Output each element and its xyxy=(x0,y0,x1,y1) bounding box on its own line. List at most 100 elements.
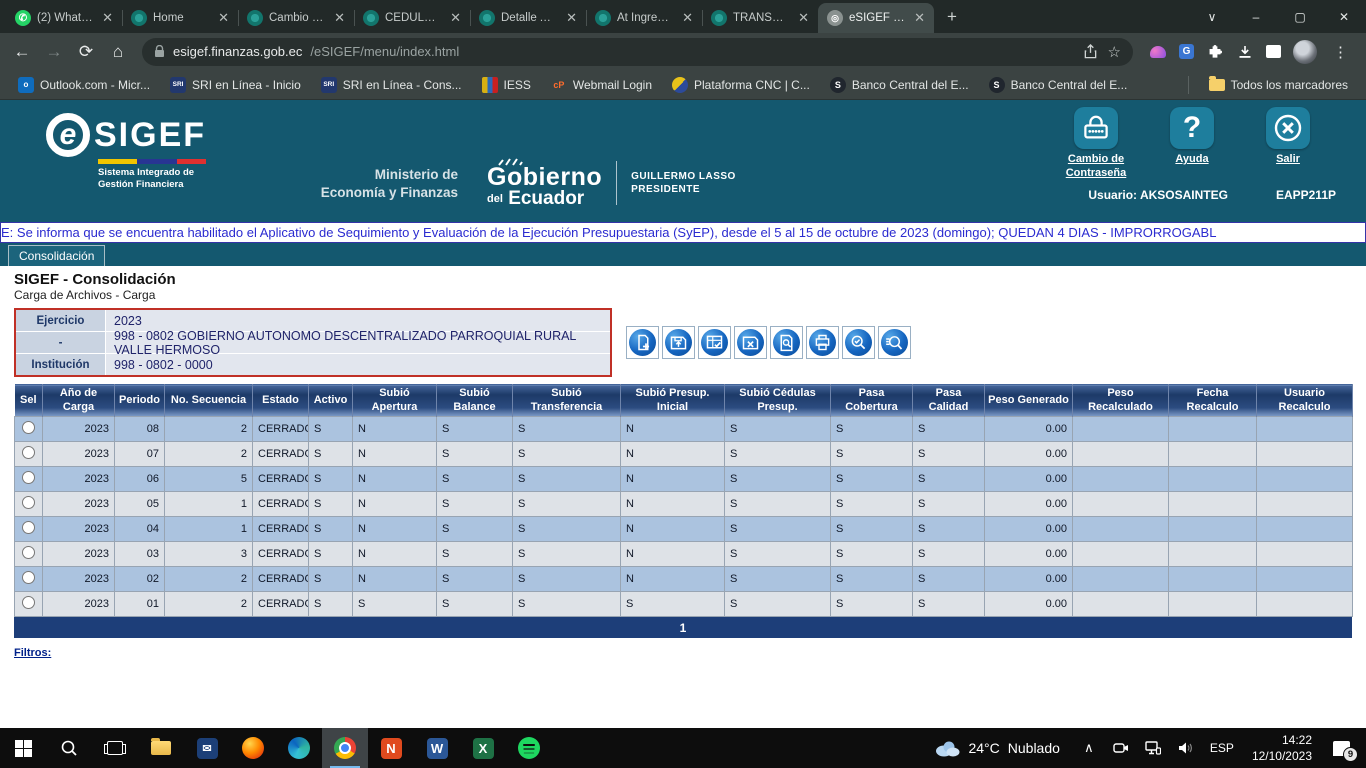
taskbar-file-explorer-icon[interactable] xyxy=(138,728,184,768)
upload-save-button[interactable] xyxy=(662,326,695,359)
column-header[interactable]: Subió Cédulas Presup. xyxy=(725,385,831,417)
new-tab-button[interactable]: + xyxy=(938,3,966,31)
back-icon[interactable]: ← xyxy=(8,38,36,66)
share-icon[interactable] xyxy=(1083,44,1098,59)
bookmark-star-icon[interactable]: ☆ xyxy=(1108,43,1121,61)
browser-tab[interactable]: At Ingresos✕ xyxy=(586,3,702,33)
bookmark-item[interactable]: IESS xyxy=(474,74,539,96)
clock-widget[interactable]: 14:22 12/10/2023 xyxy=(1248,732,1316,764)
column-header[interactable]: Subió Apertura xyxy=(353,385,437,417)
column-header[interactable]: Pasa Cobertura xyxy=(831,385,913,417)
weather-extension-icon[interactable] xyxy=(1149,43,1167,61)
notification-center-icon[interactable]: 9 xyxy=(1326,733,1356,763)
bookmark-item[interactable]: Todos los marcadores xyxy=(1201,75,1356,95)
select-cell[interactable] xyxy=(15,592,43,617)
taskbar-word-icon[interactable]: W xyxy=(414,728,460,768)
column-header[interactable]: Subió Balance xyxy=(437,385,513,417)
select-cell[interactable] xyxy=(15,542,43,567)
column-header[interactable]: Subió Presup. Inicial xyxy=(621,385,725,417)
tab-close-icon[interactable]: ✕ xyxy=(331,10,348,26)
tab-close-icon[interactable]: ✕ xyxy=(795,10,812,26)
tab-close-icon[interactable]: ✕ xyxy=(563,10,580,26)
reload-icon[interactable]: ⟳ xyxy=(72,38,100,66)
extensions-puzzle-icon[interactable] xyxy=(1206,43,1224,61)
column-header[interactable]: Activo xyxy=(309,385,353,417)
column-header[interactable]: Año de Carga xyxy=(43,385,115,417)
tray-expand-icon[interactable]: ∧ xyxy=(1078,733,1100,763)
delete-record-button[interactable] xyxy=(734,326,767,359)
meet-now-icon[interactable] xyxy=(1110,733,1132,763)
taskbar-chrome-icon[interactable] xyxy=(322,728,368,768)
translate-extension-icon[interactable]: G xyxy=(1179,44,1194,59)
window-minimize-button[interactable]: – xyxy=(1234,0,1278,33)
row-select-radio[interactable] xyxy=(22,596,35,609)
browser-tab[interactable]: Detalle Asien✕ xyxy=(470,3,586,33)
column-header[interactable]: Subió Transferencia xyxy=(513,385,621,417)
help-icon[interactable]: ? xyxy=(1170,107,1214,149)
search-check-button[interactable] xyxy=(842,326,875,359)
home-icon[interactable]: ⌂ xyxy=(104,38,132,66)
form-value[interactable]: 998 - 0802 GOBIERNO AUTONOMO DESCENTRALI… xyxy=(106,332,610,353)
tab-close-icon[interactable]: ✕ xyxy=(447,10,464,26)
taskbar-spotify-icon[interactable] xyxy=(506,728,552,768)
exit-action[interactable]: Salir xyxy=(1240,107,1336,181)
help-action[interactable]: ?Ayuda xyxy=(1144,107,1240,181)
bookmark-item[interactable]: SBanco Central del E... xyxy=(822,74,977,96)
forward-icon[interactable]: → xyxy=(40,38,68,66)
window-close-button[interactable]: ✕ xyxy=(1322,0,1366,33)
tab-close-icon[interactable]: ✕ xyxy=(679,10,696,26)
row-select-radio[interactable] xyxy=(22,446,35,459)
tab-close-icon[interactable]: ✕ xyxy=(99,10,116,26)
password-lock-icon[interactable] xyxy=(1074,107,1118,149)
volume-icon[interactable] xyxy=(1174,733,1196,763)
pagination-bar[interactable]: 1 xyxy=(14,617,1352,638)
select-cell[interactable] xyxy=(15,417,43,442)
taskbar-excel-icon[interactable]: X xyxy=(460,728,506,768)
row-select-radio[interactable] xyxy=(22,521,35,534)
bookmark-item[interactable]: oOutlook.com - Micr... xyxy=(10,74,158,96)
profile-avatar[interactable] xyxy=(1293,40,1317,64)
validate-sheet-button[interactable] xyxy=(698,326,731,359)
column-header[interactable]: Sel xyxy=(15,385,43,417)
language-indicator[interactable]: ESP xyxy=(1206,741,1238,755)
browser-tab[interactable]: Home✕ xyxy=(122,3,238,33)
bookmark-item[interactable]: SRISRI en Línea - Inicio xyxy=(162,74,309,96)
column-header[interactable]: Estado xyxy=(253,385,309,417)
column-header[interactable]: Fecha Recalculo xyxy=(1169,385,1257,417)
search-go-button[interactable] xyxy=(878,326,911,359)
window-maximize-button[interactable]: ▢ xyxy=(1278,0,1322,33)
tab-close-icon[interactable]: ✕ xyxy=(911,10,928,26)
weather-widget[interactable]: 24°C Nublado xyxy=(926,740,1067,757)
row-select-radio[interactable] xyxy=(22,496,35,509)
row-select-radio[interactable] xyxy=(22,421,35,434)
taskbar-mail-app-icon[interactable]: ✉ xyxy=(184,728,230,768)
taskbar-app-red-icon[interactable]: N xyxy=(368,728,414,768)
downloads-icon[interactable] xyxy=(1236,43,1254,61)
column-header[interactable]: Usuario Recalculo xyxy=(1257,385,1353,417)
row-select-radio[interactable] xyxy=(22,546,35,559)
select-cell[interactable] xyxy=(15,567,43,592)
column-header[interactable]: Peso Recalculado xyxy=(1073,385,1169,417)
tab-close-icon[interactable]: ✕ xyxy=(215,10,232,26)
browser-tab[interactable]: Cambio Ejerc✕ xyxy=(238,3,354,33)
column-header[interactable]: Peso Generado xyxy=(985,385,1073,417)
form-value[interactable]: 998 - 0802 - 0000 xyxy=(106,354,610,375)
column-header[interactable]: Periodo xyxy=(115,385,165,417)
network-icon[interactable] xyxy=(1142,733,1164,763)
bookmark-item[interactable]: Plataforma CNC | C... xyxy=(664,74,818,96)
taskbar-firefox-icon[interactable] xyxy=(230,728,276,768)
side-panel-icon[interactable] xyxy=(1266,45,1281,58)
tab-search-chevron-icon[interactable]: ∨ xyxy=(1190,0,1234,33)
browser-tab[interactable]: ◎eSIGEF - Sist✕ xyxy=(818,3,934,33)
exit-icon[interactable] xyxy=(1266,107,1310,149)
taskbar-edge-icon[interactable] xyxy=(276,728,322,768)
browser-menu-icon[interactable]: ⋮ xyxy=(1329,43,1352,61)
browser-tab[interactable]: (2) WhatsApp✕ xyxy=(6,3,122,33)
bookmark-item[interactable]: SRISRI en Línea - Cons... xyxy=(313,74,470,96)
column-header[interactable]: No. Secuencia xyxy=(165,385,253,417)
select-cell[interactable] xyxy=(15,467,43,492)
preview-document-button[interactable] xyxy=(770,326,803,359)
bookmark-item[interactable]: cPWebmail Login xyxy=(543,74,660,96)
taskbar-start-icon[interactable] xyxy=(0,728,46,768)
address-bar[interactable]: esigef.finanzas.gob.ec/eSIGEF/menu/index… xyxy=(142,38,1133,66)
